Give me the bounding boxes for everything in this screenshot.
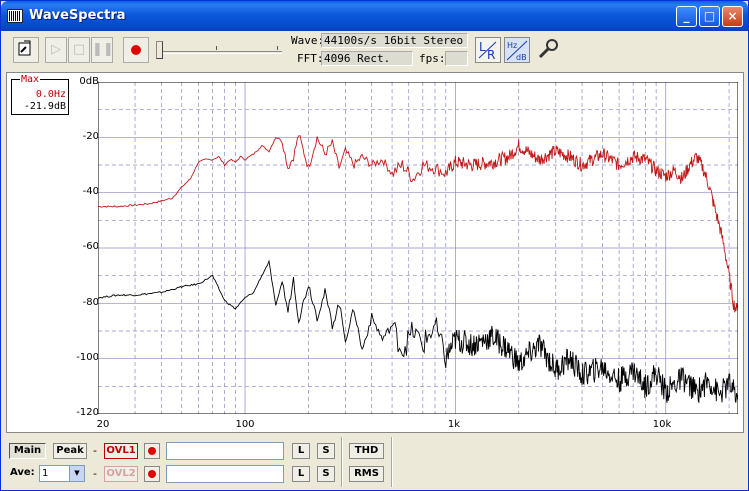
- hz-db-icon: Hz dB: [506, 40, 528, 62]
- ovl2-save-button[interactable]: S: [317, 466, 335, 482]
- y-tick-label: -40: [82, 186, 99, 197]
- ovl1-name-field[interactable]: [166, 442, 284, 460]
- hz-db-scale-button[interactable]: Hz dB: [504, 37, 530, 63]
- app-icon: [7, 9, 23, 23]
- record-button[interactable]: [123, 37, 149, 63]
- y-tick-label: 0dB: [79, 76, 99, 87]
- ovl1-button[interactable]: OVL1: [104, 443, 138, 459]
- max-level: -21.9dB: [23, 101, 66, 112]
- open-file-button[interactable]: [13, 37, 39, 63]
- window-title: WaveSpectra: [29, 8, 126, 23]
- title-bar[interactable]: WaveSpectra _ □ ×: [1, 1, 748, 31]
- spectrum-graph[interactable]: Max 0.0Hz -21.9dB 0dB -20 -40 -60 -80 -1…: [6, 72, 744, 433]
- settings-button[interactable]: [535, 37, 561, 63]
- close-button[interactable]: ×: [722, 6, 743, 27]
- ovl1-load-button[interactable]: L: [292, 443, 310, 459]
- slider-tick: [216, 46, 217, 50]
- panel-divider: [341, 437, 343, 487]
- open-file-icon: [18, 40, 31, 56]
- ave-value: 1: [42, 468, 49, 479]
- peak-button[interactable]: Peak: [53, 443, 87, 459]
- y-tick-label: -20: [82, 131, 99, 142]
- slider-tick: [277, 46, 278, 50]
- x-tick-label: 1k: [447, 419, 461, 430]
- pause-icon: ❚❚: [92, 42, 114, 57]
- x-tick-label: 10k: [652, 419, 672, 430]
- ave-select[interactable]: 1 ▼: [39, 465, 85, 482]
- position-slider-track[interactable]: [157, 51, 282, 54]
- main-button[interactable]: Main: [9, 443, 46, 459]
- x-tick-label: 100: [235, 419, 255, 430]
- fft-label: FFT:: [297, 52, 324, 65]
- spectrum-plot: [98, 82, 738, 414]
- y-tick-label: -60: [82, 241, 99, 252]
- ovl2-button[interactable]: OVL2: [104, 466, 138, 482]
- app-window: WaveSpectra _ □ × ▷ □ ❚❚ Wave: 44100s/s …: [0, 0, 749, 491]
- ovl2-load-button[interactable]: L: [292, 466, 310, 482]
- play-button[interactable]: ▷: [45, 37, 67, 63]
- thd-button[interactable]: THD: [349, 443, 384, 459]
- dash-separator: -: [93, 444, 97, 457]
- wave-format-display: 44100s/s 16bit Stereo: [321, 33, 468, 48]
- ave-label: Ave:: [10, 467, 35, 478]
- red-spectrum-trace: [98, 135, 738, 313]
- minimize-button[interactable]: _: [676, 6, 697, 27]
- toolbar: ▷ □ ❚❚ Wave: 44100s/s 16bit Stereo FFT: …: [5, 33, 745, 69]
- rms-button[interactable]: RMS: [349, 466, 384, 482]
- play-icon: ▷: [51, 42, 61, 57]
- ovl1-save-button[interactable]: S: [317, 443, 335, 459]
- bottom-panel: Main Peak - OVL1 L S Ave: 1 ▼ - OVL2 L S …: [6, 437, 746, 489]
- record-icon: [131, 45, 141, 55]
- wave-label: Wave:: [291, 34, 325, 47]
- ovl2-record-button[interactable]: [144, 466, 160, 482]
- record-dot-icon: [148, 470, 156, 478]
- max-readout: Max 0.0Hz -21.9dB: [11, 74, 69, 115]
- fps-display: [445, 51, 468, 66]
- y-tick-label: -80: [82, 297, 99, 308]
- maximize-button[interactable]: □: [699, 6, 720, 27]
- record-dot-icon: [148, 447, 156, 455]
- panel-divider: [391, 437, 393, 487]
- ovl1-record-button[interactable]: [144, 443, 160, 459]
- stop-icon: □: [72, 42, 86, 57]
- fft-setting-display: 4096 Rect.: [321, 51, 413, 66]
- ovl2-name-field[interactable]: [166, 465, 284, 483]
- channel-lr-button[interactable]: LR: [475, 37, 501, 63]
- y-tick-label: -100: [76, 352, 99, 363]
- svg-text:R: R: [487, 48, 495, 62]
- max-frequency: 0.0Hz: [35, 89, 66, 100]
- chevron-down-icon[interactable]: ▼: [69, 466, 84, 481]
- pause-button[interactable]: ❚❚: [91, 37, 114, 63]
- y-tick-label: -120: [76, 407, 99, 418]
- stop-button[interactable]: □: [68, 37, 90, 63]
- position-slider-thumb[interactable]: [156, 41, 163, 59]
- max-label: Max: [20, 74, 41, 85]
- black-spectrum-trace: [98, 259, 738, 404]
- lr-icon: LR: [478, 40, 497, 62]
- svg-text:dB: dB: [516, 53, 527, 62]
- dash-separator: -: [93, 467, 97, 480]
- x-tick-label: 20: [96, 419, 110, 430]
- svg-text:Hz: Hz: [507, 41, 517, 50]
- wrench-icon: [538, 39, 558, 59]
- fps-label: fps:: [419, 52, 446, 65]
